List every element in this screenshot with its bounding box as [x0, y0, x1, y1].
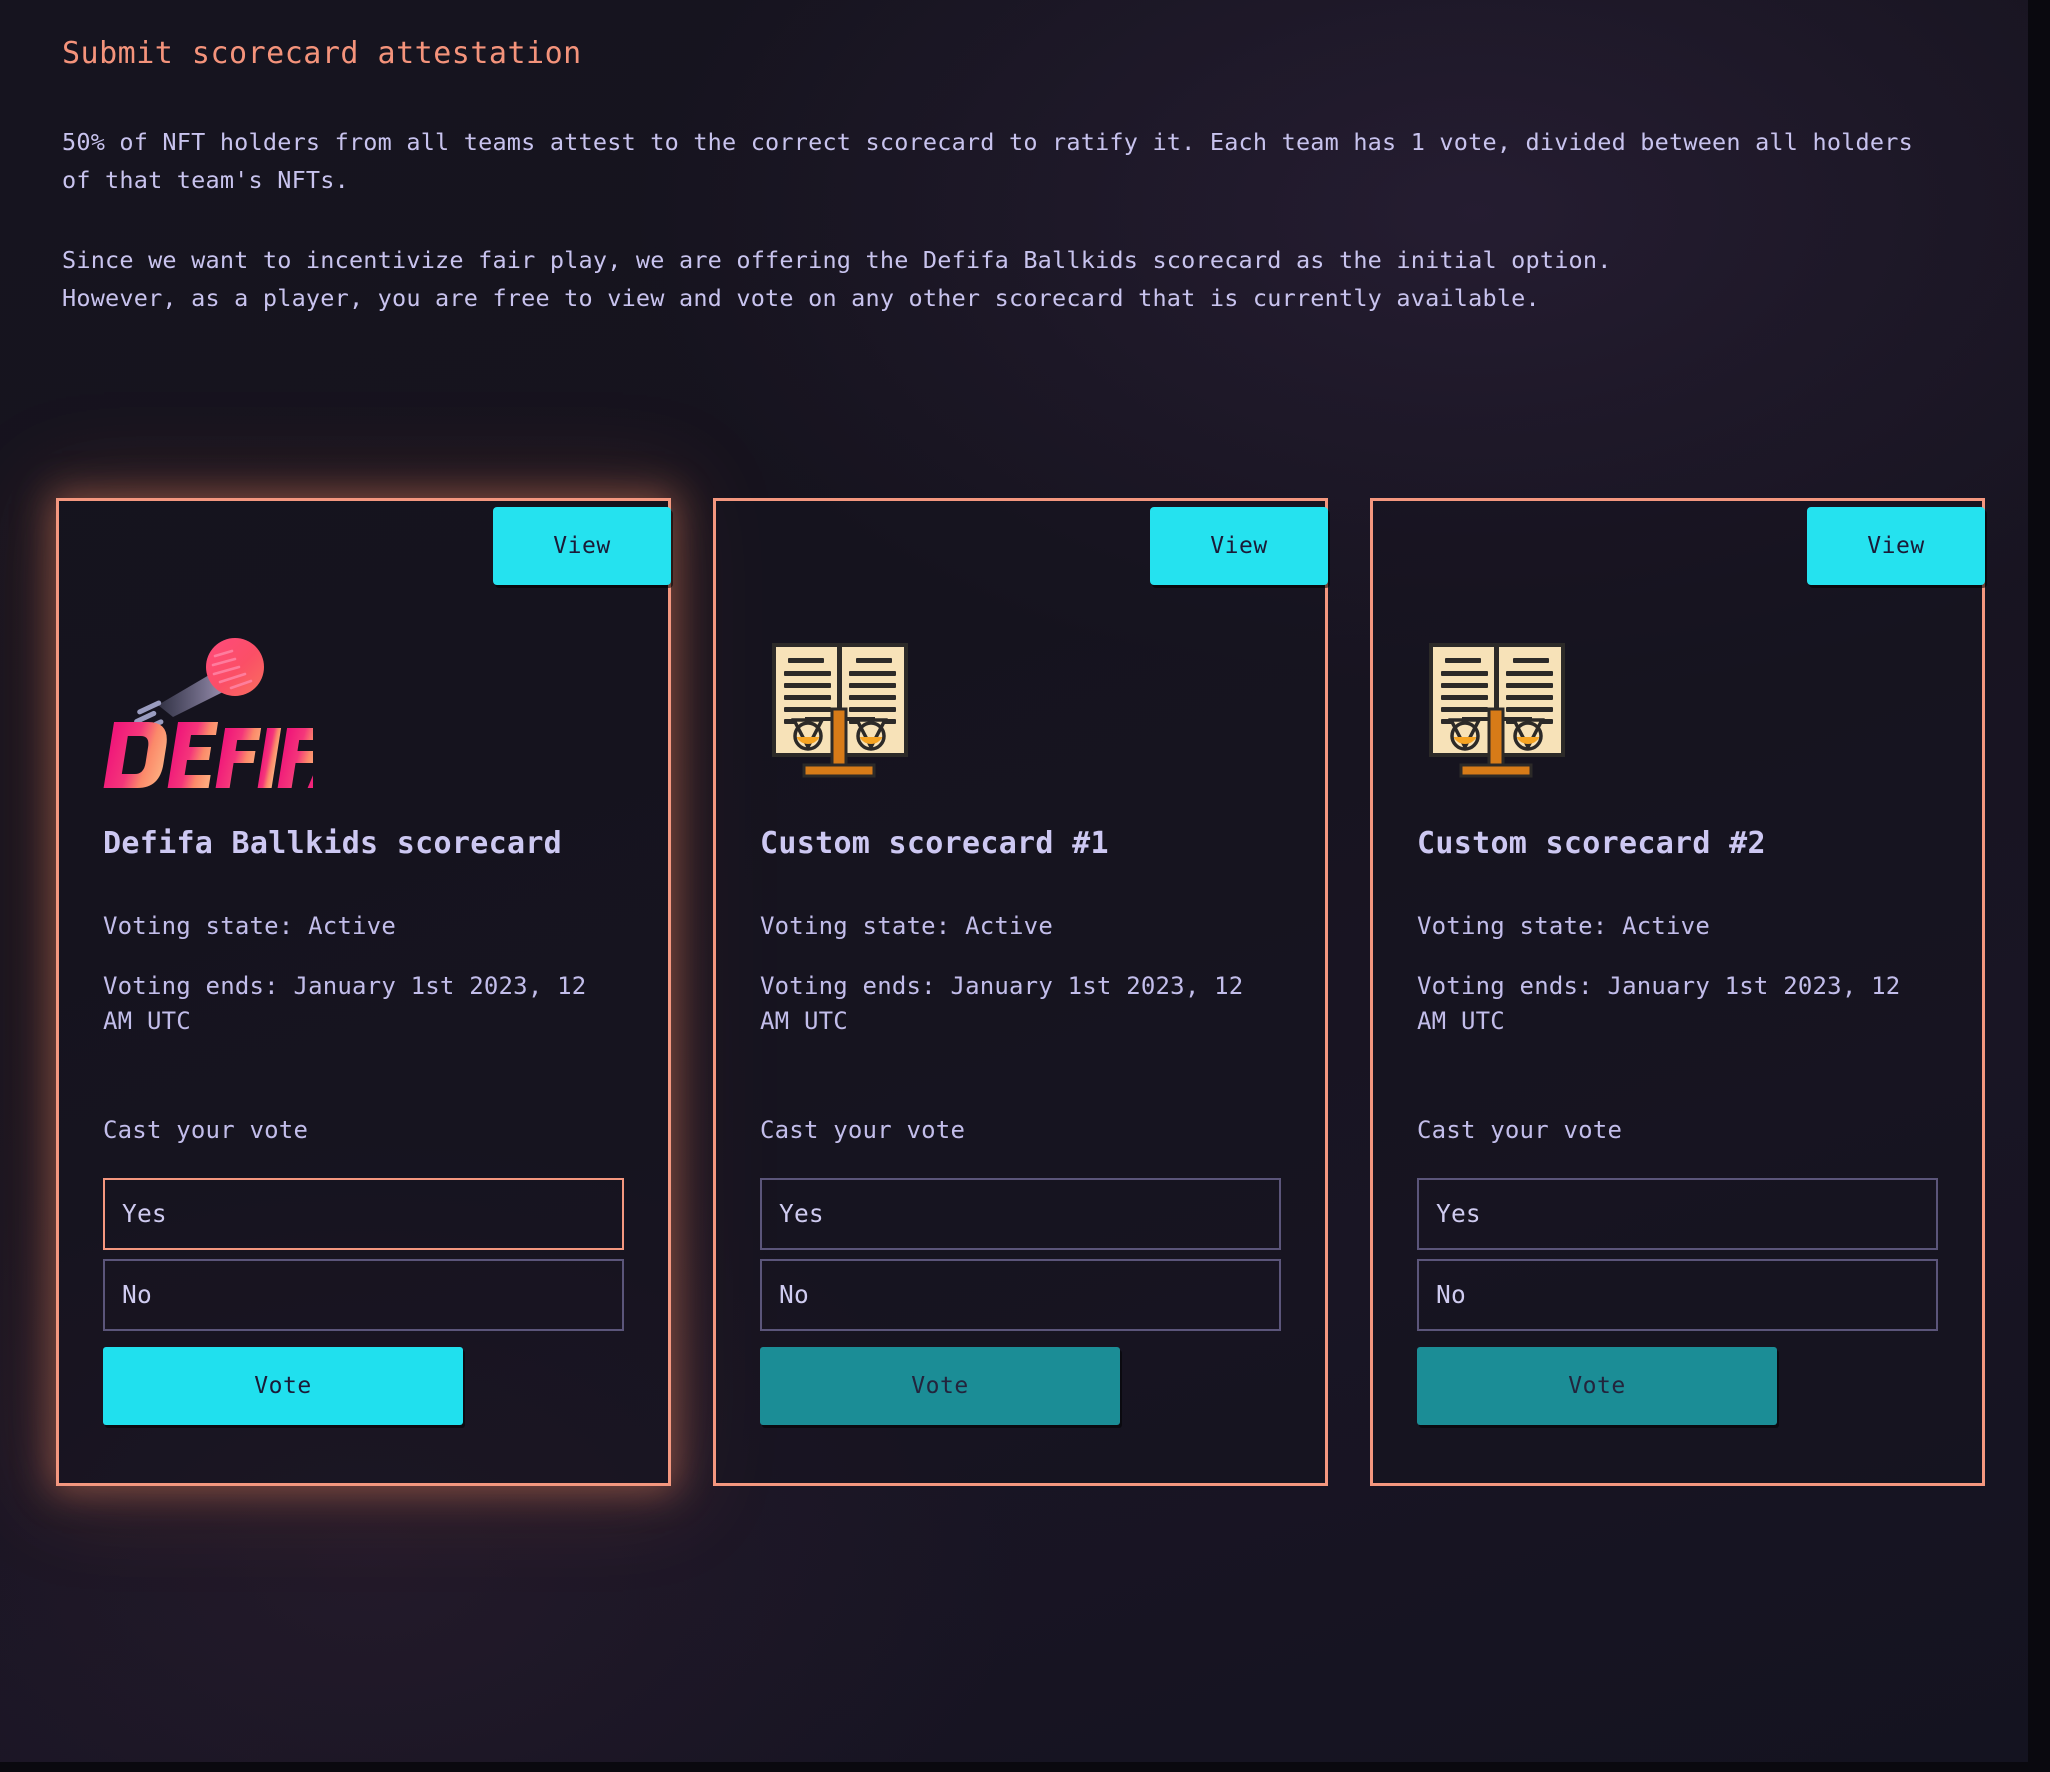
card-artwork [760, 619, 1281, 791]
right-gutter [2028, 0, 2050, 1772]
cast-your-vote-label: Cast your vote [760, 1115, 966, 1144]
voting-ends: Voting ends: January 1st 2023, 12 AM UTC [1417, 972, 1901, 1035]
scorecard-book-scales-icon [1429, 643, 1565, 778]
vote-button[interactable]: Vote [103, 1346, 463, 1425]
scorecard-card-defifa-ballkids[interactable]: View Defifa Ballkids scorecard Voting st… [56, 498, 671, 1486]
voting-state: Voting state: Active [760, 912, 1053, 941]
intro-section: Submit scorecard attestation 50% of NFT … [62, 34, 1952, 317]
view-button[interactable]: View [493, 507, 671, 585]
intro-paragraph-1: 50% of NFT holders from all teams attest… [62, 127, 1928, 194]
attestation-page: Submit scorecard attestation 50% of NFT … [0, 0, 2050, 1772]
voting-ends: Voting ends: January 1st 2023, 12 AM UTC [103, 972, 587, 1035]
page-title: Submit scorecard attestation [62, 36, 582, 71]
vote-option-no[interactable]: No [103, 1258, 624, 1331]
vote-options: Yes No [103, 1177, 624, 1331]
vote-option-no[interactable]: No [760, 1258, 1281, 1331]
cast-your-vote-label: Cast your vote [1417, 1115, 1623, 1144]
vote-option-yes[interactable]: Yes [1417, 1177, 1938, 1250]
voting-state: Voting state: Active [1417, 912, 1710, 941]
card-artwork [1417, 619, 1938, 791]
vote-options: Yes No [1417, 1177, 1938, 1331]
bottom-gutter [0, 1762, 2050, 1772]
card-title: Defifa Ballkids scorecard [103, 826, 563, 861]
intro-paragraph-2: Since we want to incentivize fair play, … [62, 245, 1612, 312]
cast-your-vote-label: Cast your vote [103, 1115, 309, 1144]
card-artwork [103, 619, 624, 791]
vote-button[interactable]: Vote [1417, 1346, 1777, 1425]
view-button[interactable]: View [1807, 507, 1985, 585]
scorecard-card-custom-scorecard-2[interactable]: View Custom scorecard #2 Voting state: A… [1370, 498, 1985, 1486]
defifa-logo-icon [103, 638, 313, 788]
vote-option-no[interactable]: No [1417, 1258, 1938, 1331]
scorecard-book-scales-icon [772, 643, 908, 778]
voting-state: Voting state: Active [103, 912, 396, 941]
vote-options: Yes No [760, 1177, 1281, 1331]
card-title: Custom scorecard #2 [1417, 826, 1766, 861]
view-button[interactable]: View [1150, 507, 1328, 585]
vote-option-yes[interactable]: Yes [103, 1177, 624, 1250]
card-title: Custom scorecard #1 [760, 826, 1109, 861]
scorecard-list: View Defifa Ballkids scorecard Voting st… [56, 498, 1996, 1486]
voting-ends: Voting ends: January 1st 2023, 12 AM UTC [760, 972, 1244, 1035]
vote-option-yes[interactable]: Yes [760, 1177, 1281, 1250]
scorecard-card-custom-scorecard-1[interactable]: View Custom scorecard #1 Voting state: A… [713, 498, 1328, 1486]
vote-button[interactable]: Vote [760, 1346, 1120, 1425]
